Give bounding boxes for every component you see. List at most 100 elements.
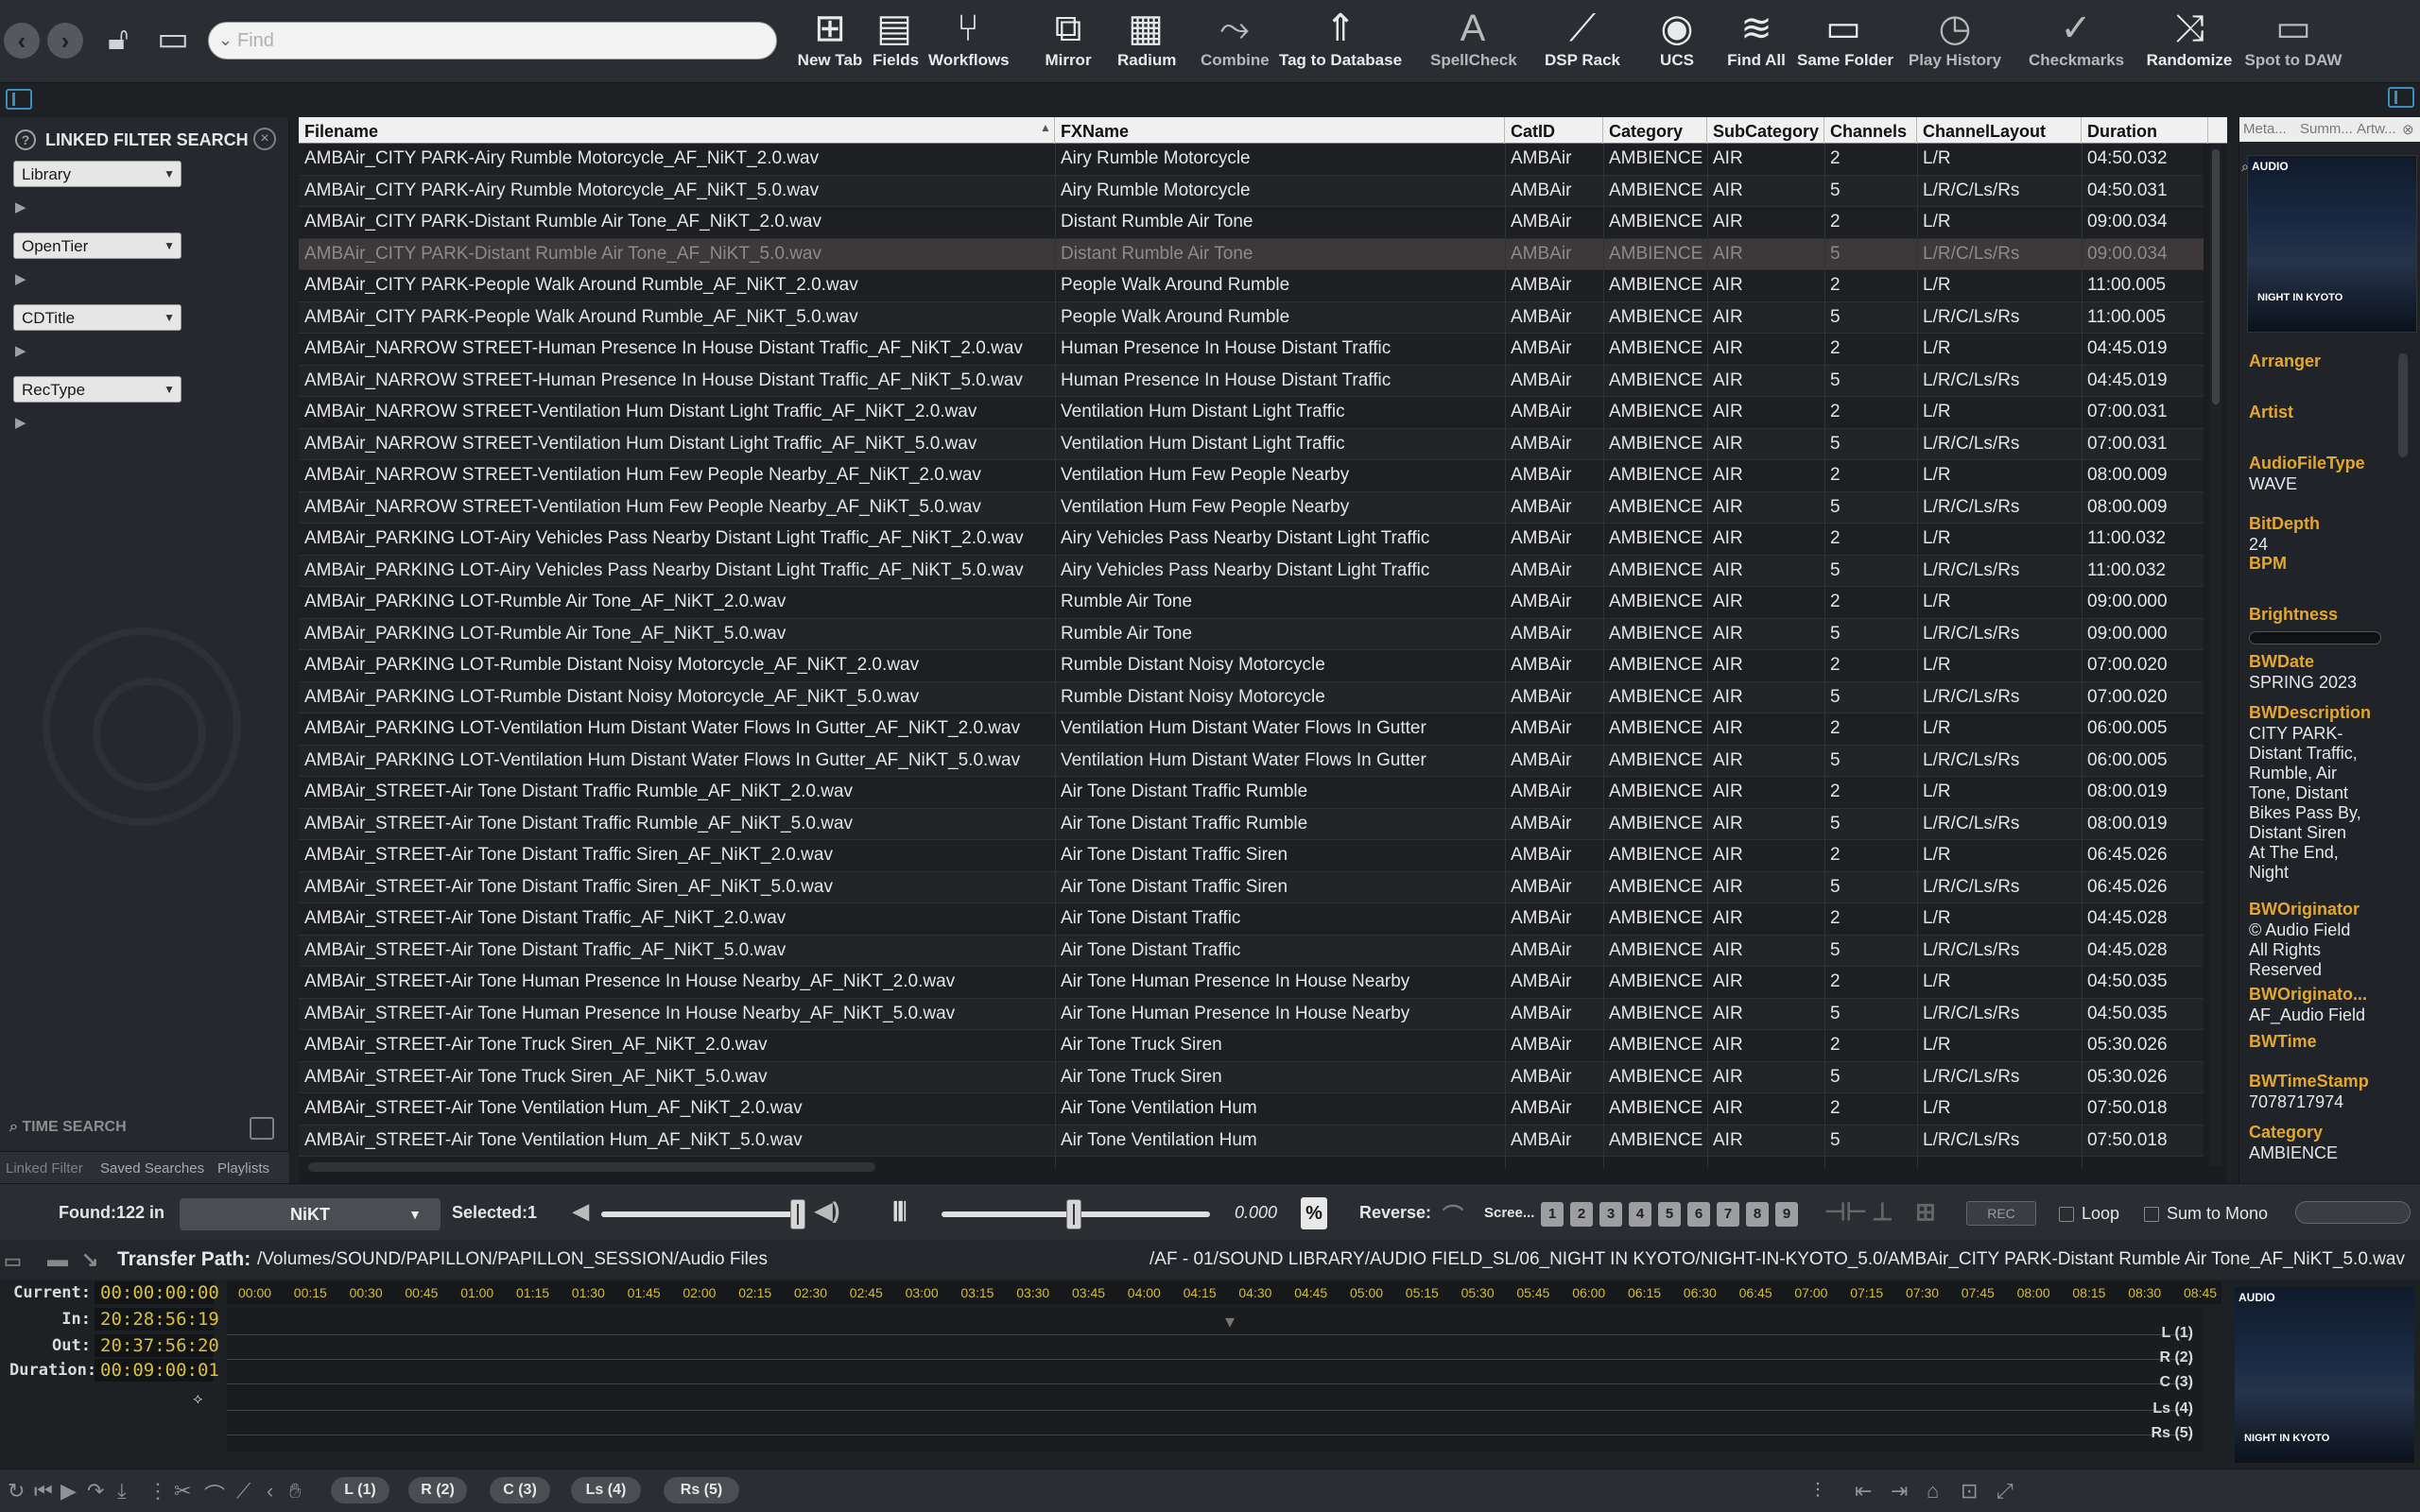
screen-button-9[interactable]: 9 <box>1775 1202 1798 1227</box>
folder-search-icon[interactable]: ▭ <box>149 15 197 62</box>
metadata-value[interactable]: © Audio Field All Rights Reserved <box>2249 920 2391 980</box>
metadata-scrollbar[interactable] <box>2398 353 2408 457</box>
next-marker-icon[interactable]: ⇥ <box>1891 1479 1908 1503</box>
channel-button[interactable]: R (2) <box>408 1477 467 1503</box>
randomize-button[interactable]: ⤨ Randomize <box>2145 4 2234 79</box>
workflows-button[interactable]: ⑂ Workflows <box>928 4 1010 79</box>
lock-icon[interactable]: 🔓︎ <box>95 15 142 62</box>
home-icon[interactable]: ⌂ <box>1927 1479 1939 1503</box>
radium-button[interactable]: ▦ Radium <box>1117 4 1176 79</box>
column-header-fxname[interactable]: FXName <box>1055 117 1505 144</box>
screen-button-5[interactable]: 5 <box>1658 1202 1681 1227</box>
column-header-channellayout[interactable]: ChannelLayout <box>1917 117 2082 144</box>
fx-icon[interactable]: ▭ <box>4 1249 22 1273</box>
calendar-icon[interactable] <box>250 1117 274 1140</box>
headphone-volume-slider[interactable] <box>2295 1201 2411 1224</box>
scrollbar-thumb[interactable] <box>2212 149 2220 404</box>
ramp-icon[interactable]: ⟋ <box>236 1479 251 1503</box>
screen-button-8[interactable]: 8 <box>1746 1202 1769 1227</box>
column-header-channels[interactable]: Channels <box>1824 117 1917 144</box>
filter-select-opentier[interactable]: OpenTier ▼ <box>13 232 182 259</box>
tab-metadata[interactable]: Meta... <box>2243 121 2287 137</box>
metadata-value[interactable]: AF_Audio Field <box>2249 1005 2391 1025</box>
tab-artwork[interactable]: Artw... <box>2357 121 2396 137</box>
column-header-filename[interactable]: Filename <box>299 117 1055 144</box>
close-icon[interactable]: × <box>253 128 276 150</box>
column-header-category[interactable]: Category <box>1603 117 1707 144</box>
column-header-catid[interactable]: CatID <box>1505 117 1603 144</box>
volume-knob[interactable] <box>790 1199 805 1229</box>
rec-button[interactable]: REC <box>1966 1201 2036 1226</box>
filter-select-rectype[interactable]: RecType ▼ <box>13 376 182 403</box>
prev-marker-icon[interactable]: ⇤ <box>1855 1479 1872 1503</box>
sum-to-mono-checkbox[interactable] <box>2144 1207 2159 1222</box>
trim-icon[interactable]: ⋮ <box>147 1479 168 1503</box>
expand-triangle-icon[interactable]: ▶ <box>15 414 26 431</box>
filter-select-cdtitle[interactable]: CDTitle ▼ <box>13 304 182 331</box>
scissors-icon[interactable]: ✂ <box>174 1479 191 1503</box>
expand-triangle-icon[interactable]: ▶ <box>15 342 26 359</box>
volume-slider[interactable] <box>601 1211 804 1217</box>
screen-button-7[interactable]: 7 <box>1717 1202 1739 1227</box>
screen-button-2[interactable]: 2 <box>1570 1202 1593 1227</box>
metadata-value[interactable]: CITY PARK- Distant Traffic, Rumble, Air … <box>2249 724 2391 883</box>
metadata-value[interactable]: 7078717974 <box>2249 1092 2391 1112</box>
combine-button[interactable]: ⤳ Combine <box>1201 4 1270 79</box>
tab-linked-filter[interactable]: Linked Filter <box>6 1160 83 1177</box>
channel-button[interactable]: L (1) <box>331 1477 389 1503</box>
same-folder-button[interactable]: ▭ Same Folder <box>1797 4 1893 79</box>
checkmarks-button[interactable]: ✓ Checkmarks <box>2029 4 2124 79</box>
tag-to-database-button[interactable]: ⇑ Tag to Database <box>1274 4 1407 79</box>
help-icon[interactable]: ? <box>15 129 36 150</box>
waveform-zoom-icon[interactable]: ⟡ <box>193 1391 203 1408</box>
loop-checkbox[interactable] <box>2059 1207 2074 1222</box>
find-all-button[interactable]: ≋ Find All <box>1727 4 1786 79</box>
current-timecode[interactable]: 00:00:00:00 <box>95 1281 219 1304</box>
vertical-scrollbar[interactable] <box>2210 146 2221 1166</box>
ucs-button[interactable]: ◉ UCS <box>1658 4 1696 79</box>
tab-playlists[interactable]: Playlists <box>217 1160 269 1177</box>
new-tab-button[interactable]: ⊞ New Tab <box>792 4 868 79</box>
folder-icon[interactable]: ▬ <box>47 1247 68 1272</box>
tab-summary[interactable]: Summ... <box>2300 121 2353 137</box>
metadata-value[interactable]: WAVE <box>2249 474 2391 494</box>
metadata-value[interactable]: SPRING 2023 <box>2249 673 2391 693</box>
expand-triangle-icon[interactable]: ▶ <box>15 198 26 215</box>
download-icon[interactable]: ⤓ <box>117 1479 127 1503</box>
hand-icon[interactable]: ✋︎ <box>289 1479 302 1503</box>
channel-button[interactable]: C (3) <box>490 1477 550 1503</box>
mirror-button[interactable]: ⧉ Mirror <box>1042 4 1095 79</box>
search-icon[interactable]: ⌕ <box>2241 159 2256 174</box>
time-search-label[interactable]: ⌕ TIME SEARCH <box>9 1119 127 1136</box>
search-box[interactable]: ⌄ <box>208 22 777 60</box>
screen-button-6[interactable]: 6 <box>1687 1202 1710 1227</box>
right-panel-toggle-icon[interactable] <box>2388 87 2414 108</box>
channel-button[interactable]: Rs (5) <box>664 1477 739 1503</box>
chevron-down-icon[interactable]: ⌄ <box>218 30 233 50</box>
mixer-icon[interactable]: ⫶ <box>1815 1479 1821 1503</box>
screen-button-1[interactable]: 1 <box>1541 1202 1564 1227</box>
grid-icon[interactable]: ⊞ <box>1915 1197 1936 1227</box>
arrow-icon[interactable]: ↘ <box>81 1247 98 1272</box>
skip-start-icon[interactable]: ⏮ <box>34 1479 53 1503</box>
spellcheck-button[interactable]: A SpellCheck <box>1430 4 1517 79</box>
column-header-duration[interactable]: Duration <box>2082 117 2208 144</box>
in-timecode[interactable]: 20:28:56:19 <box>95 1308 219 1331</box>
transfer-path-value[interactable]: /Volumes/SOUND/PAPILLON/PAPILLON_SESSION… <box>257 1249 768 1270</box>
piano-keys-icon[interactable]: 𝄃𝄃 <box>894 1197 906 1228</box>
channel-button[interactable]: Ls (4) <box>571 1477 641 1503</box>
expand-triangle-icon[interactable]: ▶ <box>15 270 26 287</box>
marker-icon[interactable]: ⊣⊢ <box>1824 1197 1867 1227</box>
forward-button[interactable]: › <box>47 23 83 59</box>
close-icon[interactable]: ⊗ <box>2402 121 2414 138</box>
left-arrow-icon[interactable]: ‹ <box>267 1479 273 1503</box>
out-timecode[interactable]: 20:37:56:20 <box>95 1334 219 1357</box>
time-ruler[interactable]: 00:00 00:15 00:30 00:45 01:00 01:15 01:30 01:45… <box>227 1281 2221 1304</box>
pitch-knob[interactable] <box>1066 1199 1081 1229</box>
dsp-rack-button[interactable]: ⟋ DSP Rack <box>1545 4 1620 79</box>
column-header-subcategory[interactable]: SubCategory <box>1707 117 1824 144</box>
play-icon[interactable]: ▶ <box>60 1479 77 1503</box>
filter-select-library[interactable]: Library ▼ <box>13 161 182 187</box>
split-icon[interactable]: ⊥ <box>1872 1197 1893 1227</box>
search-input[interactable] <box>237 28 767 53</box>
